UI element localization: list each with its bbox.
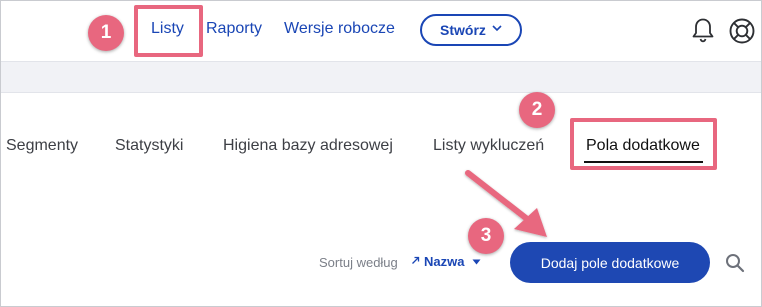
tab-listy-wykluczen[interactable]: Listy wykluczeń xyxy=(433,137,544,155)
create-button[interactable]: Stwórz xyxy=(420,14,522,46)
create-button-label: Stwórz xyxy=(440,22,486,38)
chevron-down-icon xyxy=(492,23,502,35)
active-tab-underline xyxy=(584,161,703,163)
tab-pola-dodatkowe[interactable]: Pola dodatkowe xyxy=(586,137,700,155)
sort-value: Nazwa xyxy=(424,254,465,269)
lifebuoy-icon[interactable] xyxy=(728,17,756,45)
nav-link-wersje-robocze[interactable]: Wersje robocze xyxy=(284,20,395,38)
highlight-box-listy xyxy=(134,5,203,57)
sort-dropdown[interactable]: Nazwa xyxy=(411,254,481,269)
step-badge-3: 3 xyxy=(468,218,504,254)
sort-label: Sortuj według xyxy=(319,255,398,270)
nav-link-raporty[interactable]: Raporty xyxy=(206,20,262,38)
sort-direction-icon xyxy=(411,256,420,268)
app-window: Listy Raporty Wersje robocze Stwórz 1 Se… xyxy=(0,0,762,307)
gray-band xyxy=(1,61,761,93)
bell-icon[interactable] xyxy=(691,17,715,43)
tab-statystyki[interactable]: Statystyki xyxy=(115,137,183,155)
tab-segmenty[interactable]: Segmenty xyxy=(6,137,78,155)
tab-higiena-bazy-adresowej[interactable]: Higiena bazy adresowej xyxy=(223,137,393,155)
step-badge-2: 2 xyxy=(519,92,555,128)
add-custom-field-button[interactable]: Dodaj pole dodatkowe xyxy=(510,242,710,283)
step-badge-1: 1 xyxy=(88,15,124,51)
search-icon[interactable] xyxy=(725,253,745,273)
caret-down-icon xyxy=(472,257,481,267)
